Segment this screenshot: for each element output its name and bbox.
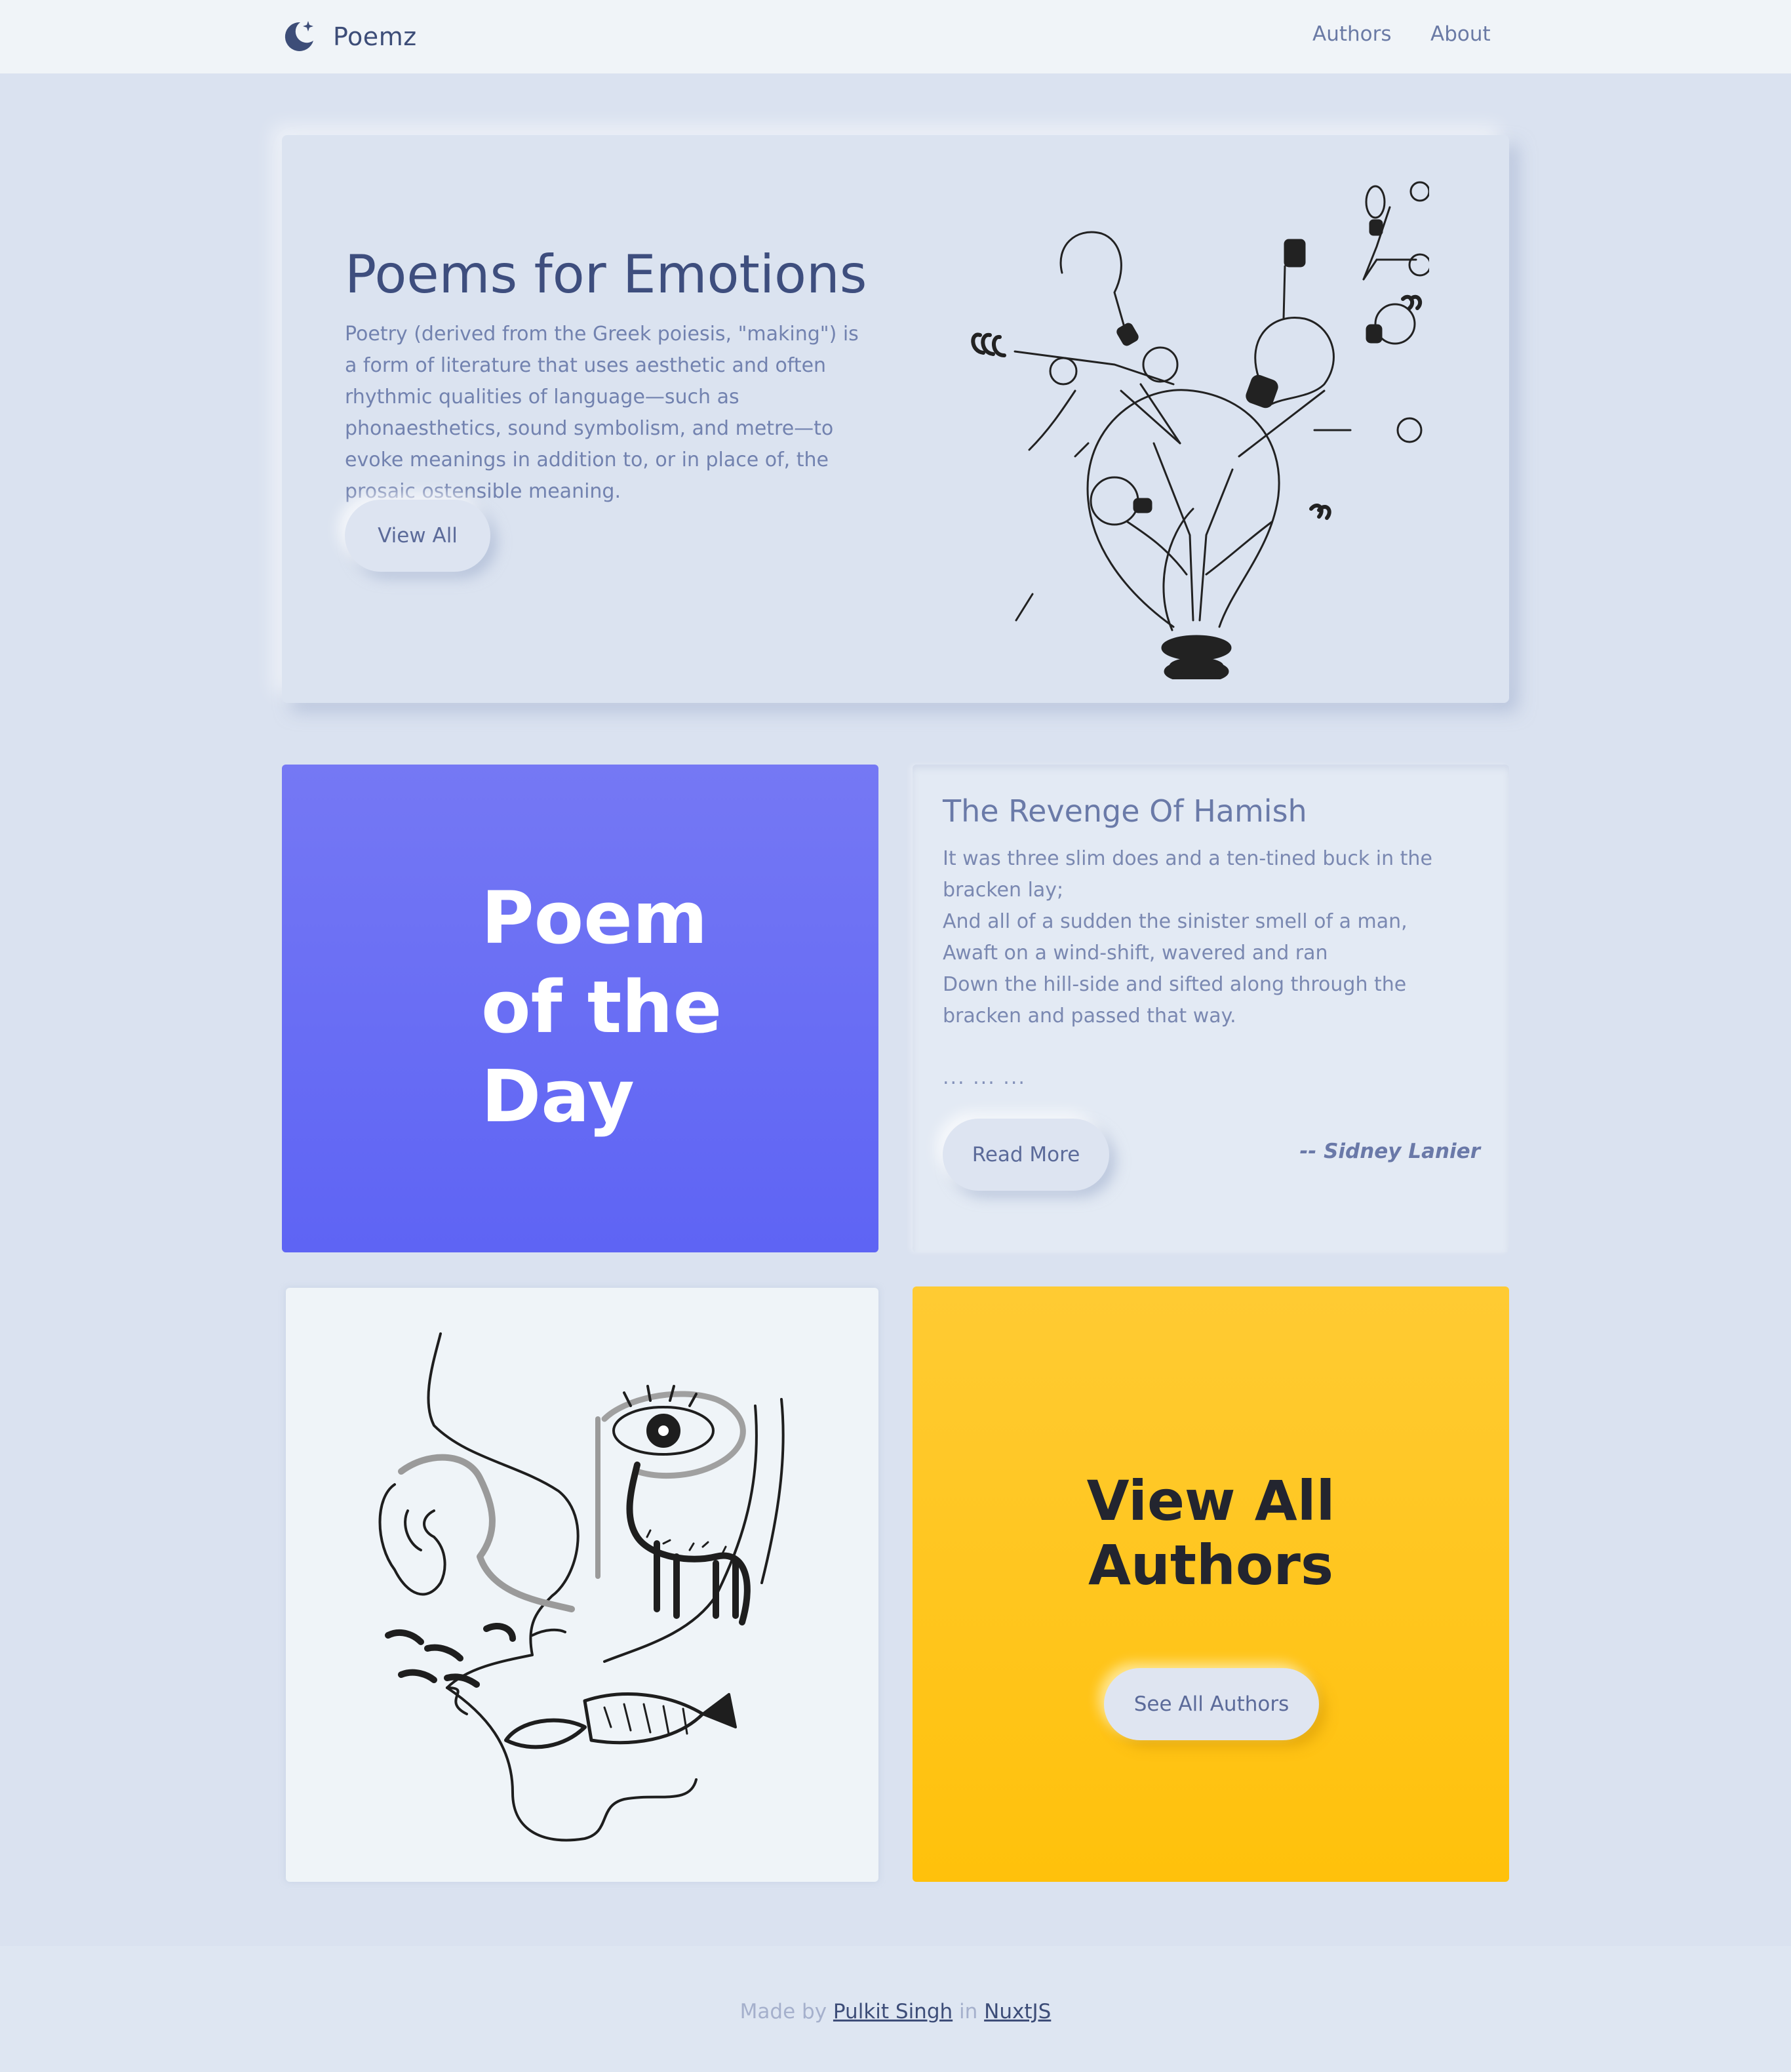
poem-title: The Revenge Of Hamish — [943, 793, 1307, 829]
poem-excerpt: It was three slim does and a ten-tined b… — [943, 843, 1480, 1032]
moon-sparkle-icon — [285, 21, 313, 51]
potd-line-1: Poem — [481, 876, 708, 960]
potd-line-2: of the — [481, 965, 722, 1049]
read-more-button[interactable]: Read More — [943, 1119, 1109, 1191]
poem-author: -- Sidney Lanier — [1299, 1140, 1480, 1163]
potd-line-3: Day — [481, 1054, 635, 1138]
footer-in: in — [959, 2000, 978, 2023]
view-all-button[interactable]: View All — [345, 500, 490, 572]
poem-of-the-day-title: Poem of the Day — [481, 873, 722, 1141]
authors-card-title: View All Authors — [913, 1469, 1509, 1597]
brand[interactable]: Poemz — [281, 18, 417, 55]
top-nav: Poemz Authors About — [0, 0, 1791, 73]
nav-link-about[interactable]: About — [1430, 22, 1491, 46]
poem-ellipsis: ... ... ... — [943, 1066, 1026, 1089]
brand-name: Poemz — [333, 22, 417, 51]
footer-credit: Made by Pulkit Singh in NuxtJS — [0, 2000, 1791, 2023]
poem-line: It was three slim does and a ten-tined b… — [943, 847, 1432, 902]
poem-of-the-day-card[interactable]: Poem of the Day — [282, 765, 878, 1252]
poem-line: Down the hill-side and sifted along thro… — [943, 973, 1407, 1027]
hero-card: Poems for Emotions Poetry (derived from … — [282, 135, 1509, 703]
hero-description: Poetry (derived from the Greek poiesis, … — [345, 323, 859, 503]
view-all-authors-card: View All Authors See All Authors — [913, 1286, 1509, 1882]
nav-link-authors[interactable]: Authors — [1312, 22, 1392, 46]
footer-author-link[interactable]: Pulkit Singh — [833, 2000, 953, 2023]
featured-poem-card: The Revenge Of Hamish It was three slim … — [913, 765, 1509, 1252]
see-all-authors-button[interactable]: See All Authors — [1104, 1668, 1319, 1740]
authors-title-line-2: Authors — [1088, 1533, 1333, 1597]
footer-made-by: Made by — [739, 2000, 827, 2023]
art-card — [286, 1288, 878, 1882]
authors-title-line-1: View All — [1086, 1469, 1335, 1533]
lightbulb-tree-illustration — [971, 181, 1429, 679]
poem-line: And all of a sudden the sinister smell o… — [943, 910, 1407, 933]
hero-title: Poems for Emotions — [345, 244, 867, 305]
footer-framework-link[interactable]: NuxtJS — [984, 2000, 1051, 2023]
abstract-face-line-art — [378, 1332, 785, 1842]
footer: Made by Pulkit Singh in NuxtJS — [0, 1946, 1791, 2072]
poem-line: Awaft on a wind-shift, wavered and ran — [943, 942, 1328, 965]
